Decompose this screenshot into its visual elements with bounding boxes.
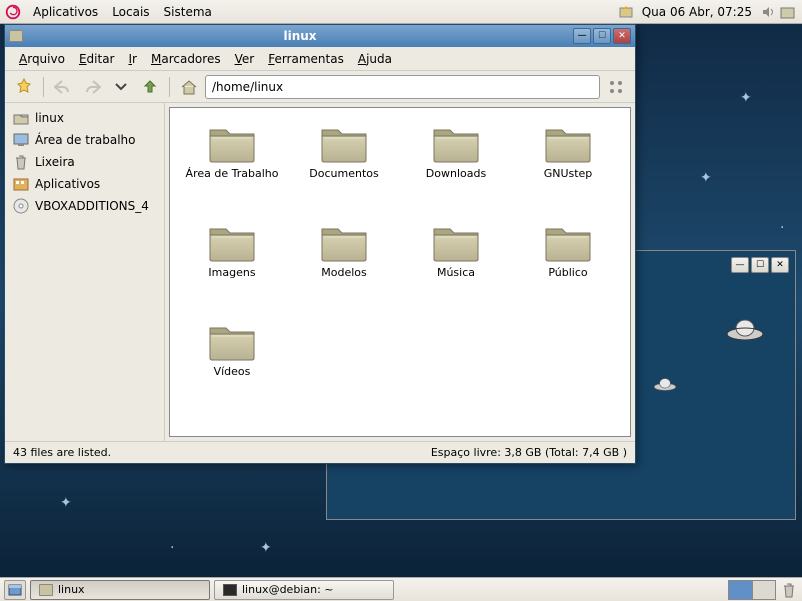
disc-icon <box>13 198 29 214</box>
folder-item[interactable]: Downloads <box>402 120 510 215</box>
apps-icon <box>13 176 29 192</box>
window-title: linux <box>27 29 573 43</box>
fm-sidebar: linuxÁrea de trabalhoLixeiraAplicativosV… <box>5 103 165 441</box>
fm-toolbar: /home/linux <box>5 71 635 103</box>
workspace-1[interactable] <box>729 581 753 599</box>
folder-item[interactable]: Música <box>402 219 510 314</box>
trash-icon <box>13 154 29 170</box>
folder-item[interactable]: Público <box>514 219 622 314</box>
taskbar-item[interactable]: linux <box>30 580 210 600</box>
panel-clock[interactable]: Qua 06 Abr, 07:25 <box>636 5 758 19</box>
terminal-icon <box>223 584 237 596</box>
folder-icon <box>208 124 256 164</box>
close-button[interactable]: ✕ <box>613 28 631 44</box>
maximize-button[interactable]: ☐ <box>593 28 611 44</box>
folder-icon <box>320 223 368 263</box>
folder-item[interactable]: Imagens <box>178 219 286 314</box>
folder-icon <box>320 124 368 164</box>
volume-tray-icon[interactable] <box>759 3 777 21</box>
taskbar-item[interactable]: linux@debian: ~ <box>214 580 394 600</box>
menu-ferramentas[interactable]: Ferramentas <box>262 50 350 68</box>
menu-marcadores[interactable]: Marcadores <box>145 50 227 68</box>
folder-label: Downloads <box>426 167 486 180</box>
show-desktop-button[interactable] <box>4 580 26 600</box>
panel-menu-aplicativos[interactable]: Aplicativos <box>26 3 105 21</box>
bg-close-button[interactable]: ✕ <box>771 257 789 273</box>
view-options-button[interactable] <box>603 74 629 100</box>
folder-icon <box>9 30 23 42</box>
update-tray-icon[interactable] <box>617 3 635 21</box>
menu-ajuda[interactable]: Ajuda <box>352 50 398 68</box>
home-icon <box>13 110 29 126</box>
sidebar-item-trash[interactable]: Lixeira <box>5 151 164 173</box>
folder-item[interactable]: GNUstep <box>514 120 622 215</box>
bg-maximize-button[interactable]: ☐ <box>751 257 769 273</box>
folder-icon <box>208 223 256 263</box>
files-tray-icon[interactable] <box>779 3 797 21</box>
fm-content-area[interactable]: Área de Trabalho Documentos Downloads GNUst… <box>169 107 631 437</box>
folder-label: Música <box>437 266 475 279</box>
bg-minimize-button[interactable]: — <box>731 257 749 273</box>
minimize-button[interactable]: — <box>573 28 591 44</box>
address-bar[interactable]: /home/linux <box>205 75 600 99</box>
workspace-switcher[interactable] <box>728 580 776 600</box>
fm-statusbar: 43 files are listed. Espaço livre: 3,8 G… <box>5 441 635 463</box>
folder-label: Modelos <box>321 266 367 279</box>
ufo-icon <box>725 316 765 344</box>
panel-menu-sistema[interactable]: Sistema <box>157 3 219 21</box>
forward-button[interactable] <box>79 74 105 100</box>
fm-menubar: ArquivoEditarIrMarcadoresVerFerramentasA… <box>5 47 635 71</box>
fm-titlebar[interactable]: linux — ☐ ✕ <box>5 25 635 47</box>
desktop-icon <box>13 132 29 148</box>
status-file-count: 43 files are listed. <box>13 446 431 459</box>
folder-icon <box>544 124 592 164</box>
address-text: /home/linux <box>212 80 283 94</box>
workspace-2[interactable] <box>753 581 776 599</box>
file-manager-window: linux — ☐ ✕ ArquivoEditarIrMarcadoresVer… <box>4 24 636 464</box>
folder-item[interactable]: Modelos <box>290 219 398 314</box>
sidebar-item-desktop[interactable]: Área de trabalho <box>5 129 164 151</box>
menu-editar[interactable]: Editar <box>73 50 121 68</box>
debian-logo-icon <box>4 3 22 21</box>
status-free-space: Espaço livre: 3,8 GB (Total: 7,4 GB ) <box>431 446 627 459</box>
folder-icon <box>208 322 256 362</box>
ufo-icon-small <box>653 376 677 393</box>
back-button[interactable] <box>50 74 76 100</box>
panel-trash-icon[interactable] <box>780 580 798 600</box>
folder-icon <box>544 223 592 263</box>
folder-label: GNUstep <box>544 167 593 180</box>
sidebar-item-disc[interactable]: VBOXADDITIONS_4 <box>5 195 164 217</box>
folder-icon <box>432 124 480 164</box>
new-tab-button[interactable] <box>11 74 37 100</box>
menu-ir[interactable]: Ir <box>123 50 143 68</box>
bottom-panel: linuxlinux@debian: ~ <box>0 577 802 601</box>
folder-label: Área de Trabalho <box>186 167 279 180</box>
menu-ver[interactable]: Ver <box>229 50 261 68</box>
folder-item[interactable]: Área de Trabalho <box>178 120 286 215</box>
folder-label: Imagens <box>208 266 255 279</box>
folder-label: Público <box>548 266 587 279</box>
top-panel: AplicativosLocaisSistema Qua 06 Abr, 07:… <box>0 0 802 24</box>
folder-item[interactable]: Documentos <box>290 120 398 215</box>
folder-label: Vídeos <box>214 365 251 378</box>
folder-item[interactable]: Vídeos <box>178 318 286 413</box>
folder-label: Documentos <box>309 167 378 180</box>
folder-icon <box>39 584 53 596</box>
panel-menu-locais[interactable]: Locais <box>105 3 156 21</box>
sidebar-item-home[interactable]: linux <box>5 107 164 129</box>
history-dropdown-button[interactable] <box>108 74 134 100</box>
sidebar-item-apps[interactable]: Aplicativos <box>5 173 164 195</box>
folder-icon <box>432 223 480 263</box>
up-button[interactable] <box>137 74 163 100</box>
menu-arquivo[interactable]: Arquivo <box>13 50 71 68</box>
home-button[interactable] <box>176 74 202 100</box>
